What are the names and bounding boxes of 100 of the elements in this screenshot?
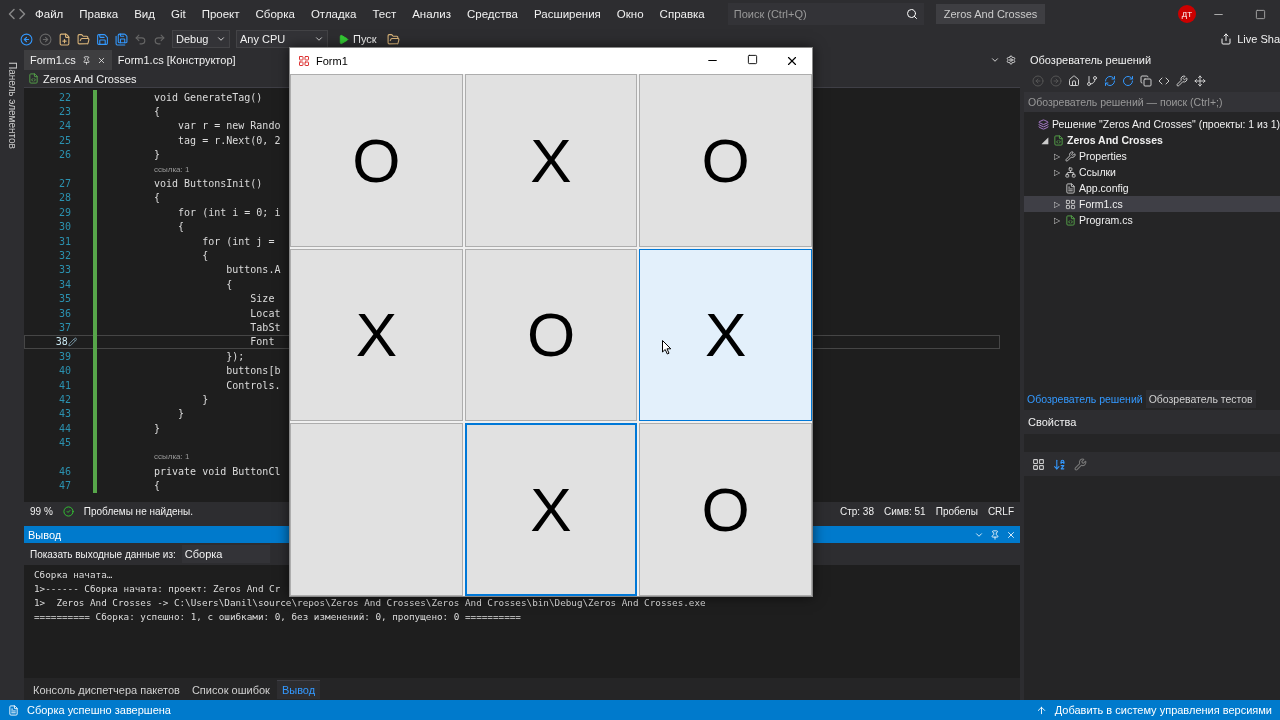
platform-dropdown[interactable]: Any CPU [236, 30, 328, 48]
panel-tab[interactable]: Список ошибок [186, 679, 275, 699]
menu-item[interactable]: Отладка [303, 8, 364, 20]
code-icon[interactable] [1158, 75, 1170, 87]
save-icon[interactable] [96, 32, 109, 46]
board-cell[interactable]: X [290, 248, 463, 422]
expander-icon[interactable]: ▷ [1052, 151, 1062, 161]
copy-icon[interactable] [1140, 75, 1152, 87]
pin-icon[interactable] [81, 55, 91, 65]
tree-item[interactable]: ▷ Properties [1024, 148, 1280, 164]
line-number: 40 [57, 365, 71, 377]
board-cell[interactable]: X [639, 248, 812, 422]
search-field[interactable]: Обозреватель решений — поиск (Ctrl+;) [1024, 92, 1280, 112]
new-file-icon[interactable] [58, 32, 71, 46]
tree-item[interactable]: Решение "Zeros And Crosses" (проекты: 1 из 1) [1024, 116, 1280, 132]
settings-icon[interactable] [1006, 55, 1016, 65]
line-number: 29 [57, 206, 71, 218]
menu-item[interactable]: Сборка [248, 8, 302, 20]
line-number: 27 [57, 178, 71, 190]
toolbox-tab[interactable]: Панель элементов [6, 62, 18, 149]
board-cell[interactable]: O [639, 74, 812, 247]
indent-status[interactable]: Пробелы [935, 505, 978, 517]
tree-item[interactable]: ▷ Program.cs [1024, 212, 1280, 228]
line-number: 46 [57, 465, 71, 477]
code-line: Locat [249, 307, 281, 319]
dropdown-icon[interactable] [990, 55, 1000, 65]
folder-search-icon[interactable] [386, 32, 400, 46]
tree-item[interactable]: ▷ Ссылки [1024, 164, 1280, 180]
source-dropdown[interactable]: Сборка [181, 545, 270, 563]
board-cell[interactable]: O [639, 423, 812, 596]
avatar[interactable]: ДТ [1178, 5, 1196, 23]
folder-icon[interactable] [77, 32, 90, 46]
live-share-button[interactable]: Live Sha [1220, 33, 1280, 45]
configuration-dropdown[interactable]: Debug [172, 30, 230, 48]
line-number: 28 [57, 192, 71, 204]
line-number: 31 [57, 235, 71, 247]
line-number: 26 [57, 149, 71, 161]
sort-icon[interactable] [1053, 457, 1066, 471]
pencil-icon[interactable] [67, 336, 77, 347]
move-icon[interactable] [1194, 75, 1206, 87]
code-line: { [154, 192, 161, 204]
search-field[interactable]: Поиск (Ctrl+Q) [727, 3, 924, 25]
menu-item[interactable]: Git [163, 8, 193, 20]
wrench-icon[interactable] [1176, 75, 1188, 87]
menu-item[interactable]: Анализ [405, 8, 458, 20]
tree-item[interactable]: ▷ Form1.cs [1024, 196, 1280, 212]
zoom-dropdown[interactable]: 99 % [30, 505, 53, 517]
menu-item[interactable]: Средства [460, 8, 525, 20]
line-status: Стр: 38 [839, 505, 874, 517]
status-message: Сборка успешно завершена [27, 704, 171, 716]
menu-item[interactable]: Расширения [526, 8, 608, 20]
panel-tab[interactable]: Консоль диспетчера пакетов [28, 679, 185, 699]
panel-tab[interactable]: Вывод [276, 679, 321, 699]
tree-item[interactable]: ◢ Zeros And Crosses [1024, 132, 1280, 148]
close-icon[interactable] [785, 54, 799, 68]
reference-count[interactable]: ссылка: 1 [154, 452, 190, 462]
panel-tab[interactable]: Обозреватель тестов [1145, 390, 1256, 408]
project-selector[interactable]: Zeros And Crosses [43, 72, 137, 85]
board-cell[interactable]: O [464, 248, 638, 422]
menu-item[interactable]: Тест [365, 8, 404, 20]
refresh-icon[interactable] [1122, 75, 1134, 87]
board-cell[interactable] [290, 423, 463, 596]
tree-item[interactable]: App.config [1024, 180, 1280, 196]
board-cell[interactable]: X [464, 74, 638, 247]
code-line: } [201, 393, 209, 405]
menu-item[interactable]: Проект [194, 8, 247, 20]
menu-item[interactable]: Окно [609, 8, 651, 20]
save-all-icon[interactable] [115, 32, 128, 46]
code-line: { [154, 480, 161, 492]
menu-item[interactable]: Правка [72, 8, 126, 20]
menu-item[interactable]: Справка [652, 8, 712, 20]
line-ending-status[interactable]: CRLF [987, 505, 1014, 517]
line-number: 47 [57, 480, 71, 492]
editor-tab[interactable]: Form1.cs [Конструктор] [111, 50, 242, 70]
expander-icon[interactable]: ▷ [1052, 167, 1062, 177]
panel-title: Свойства [1024, 410, 1280, 434]
run-button[interactable]: Пуск [334, 33, 381, 45]
maximize-icon[interactable] [746, 54, 758, 65]
menu-item[interactable]: Файл [28, 8, 71, 20]
problems-status[interactable]: Проблемы не найдены. [83, 505, 194, 517]
pin-icon[interactable] [990, 529, 1000, 540]
home-icon[interactable] [1068, 75, 1080, 87]
close-icon[interactable] [96, 55, 106, 65]
back-icon[interactable] [20, 32, 33, 46]
code-line: { [154, 106, 161, 118]
reference-count[interactable]: ссылка: 1 [154, 164, 190, 174]
board-cell[interactable]: O [290, 74, 463, 247]
sync-icon[interactable] [1104, 75, 1116, 87]
editor-tab[interactable]: Form1.cs [24, 50, 112, 70]
line-number: 44 [57, 422, 71, 434]
menu-item[interactable]: Вид [127, 8, 162, 20]
code-line: }); [225, 350, 245, 362]
line-number: 24 [57, 120, 71, 132]
expander-icon[interactable]: ◢ [1040, 135, 1050, 145]
expander-icon[interactable]: ▷ [1052, 215, 1062, 225]
source-control-button[interactable]: Добавить в систему управления версиями [1054, 704, 1272, 716]
code-line: Controls. [225, 379, 281, 391]
expander-icon[interactable]: ▷ [1052, 199, 1062, 209]
categorized-icon[interactable] [1032, 457, 1045, 471]
board-cell[interactable]: X [464, 423, 638, 596]
